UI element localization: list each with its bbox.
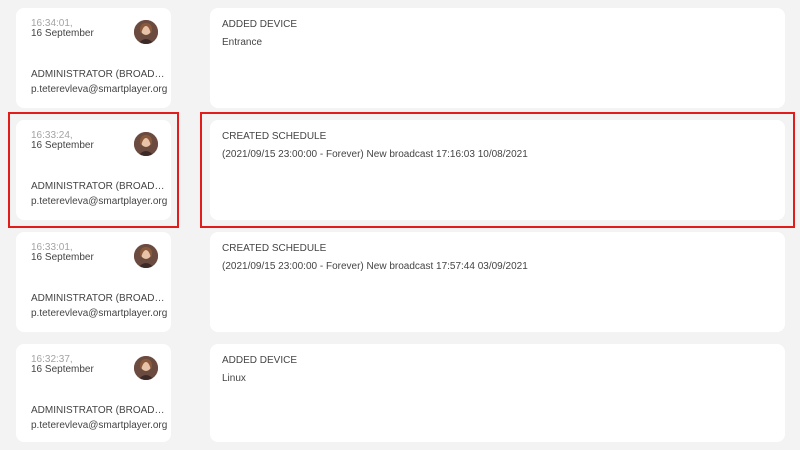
entry-date: 16 September xyxy=(31,364,94,375)
entry-date: 16 September xyxy=(31,28,94,39)
avatar-photo-icon xyxy=(134,244,158,268)
log-entry-detail-card[interactable]: CREATED SCHEDULE (2021/09/15 23:00:00 - … xyxy=(210,232,785,332)
action-title: CREATED SCHEDULE xyxy=(222,131,327,142)
avatar-photo-icon xyxy=(134,356,158,380)
user-role: ADMINISTRATOR (BROADCASTER) xyxy=(31,405,169,416)
log-entry-detail-card[interactable]: CREATED SCHEDULE (2021/09/15 23:00:00 - … xyxy=(210,120,785,220)
entry-date: 16 September xyxy=(31,252,94,263)
user-email: p.teterevleva@smartplayer.org xyxy=(31,84,168,95)
user-avatar[interactable] xyxy=(134,132,158,156)
log-entry-detail-card[interactable]: ADDED DEVICE Entrance xyxy=(210,8,785,108)
action-description: (2021/09/15 23:00:00 - Forever) New broa… xyxy=(222,149,528,160)
user-email: p.teterevleva@smartplayer.org xyxy=(31,196,168,207)
log-entry-user-card[interactable]: 16:34:01, 16 September ADMINISTRATOR (BR… xyxy=(16,8,171,108)
entry-date: 16 September xyxy=(31,140,94,151)
user-role: ADMINISTRATOR (BROADCASTER) xyxy=(31,181,169,192)
action-description: (2021/09/15 23:00:00 - Forever) New broa… xyxy=(222,261,528,272)
user-avatar[interactable] xyxy=(134,244,158,268)
avatar-photo-icon xyxy=(134,132,158,156)
user-email: p.teterevleva@smartplayer.org xyxy=(31,308,168,319)
log-entry-detail-card[interactable]: ADDED DEVICE Linux xyxy=(210,344,785,442)
user-role: ADMINISTRATOR (BROADCASTER) xyxy=(31,293,169,304)
user-role: ADMINISTRATOR (BROADCASTER) xyxy=(31,69,169,80)
action-description: Entrance xyxy=(222,37,263,48)
user-avatar[interactable] xyxy=(134,356,158,380)
action-description: Linux xyxy=(222,373,246,384)
avatar-photo-icon xyxy=(134,20,158,44)
log-entry-user-card[interactable]: 16:33:01, 16 September ADMINISTRATOR (BR… xyxy=(16,232,171,332)
user-email: p.teterevleva@smartplayer.org xyxy=(31,420,168,431)
log-entry-user-card[interactable]: 16:32:37, 16 September ADMINISTRATOR (BR… xyxy=(16,344,171,442)
log-entry-user-card[interactable]: 16:33:24, 16 September ADMINISTRATOR (BR… xyxy=(16,120,171,220)
user-avatar[interactable] xyxy=(134,20,158,44)
action-title: ADDED DEVICE xyxy=(222,355,298,366)
action-title: ADDED DEVICE xyxy=(222,19,298,30)
action-title: CREATED SCHEDULE xyxy=(222,243,327,254)
